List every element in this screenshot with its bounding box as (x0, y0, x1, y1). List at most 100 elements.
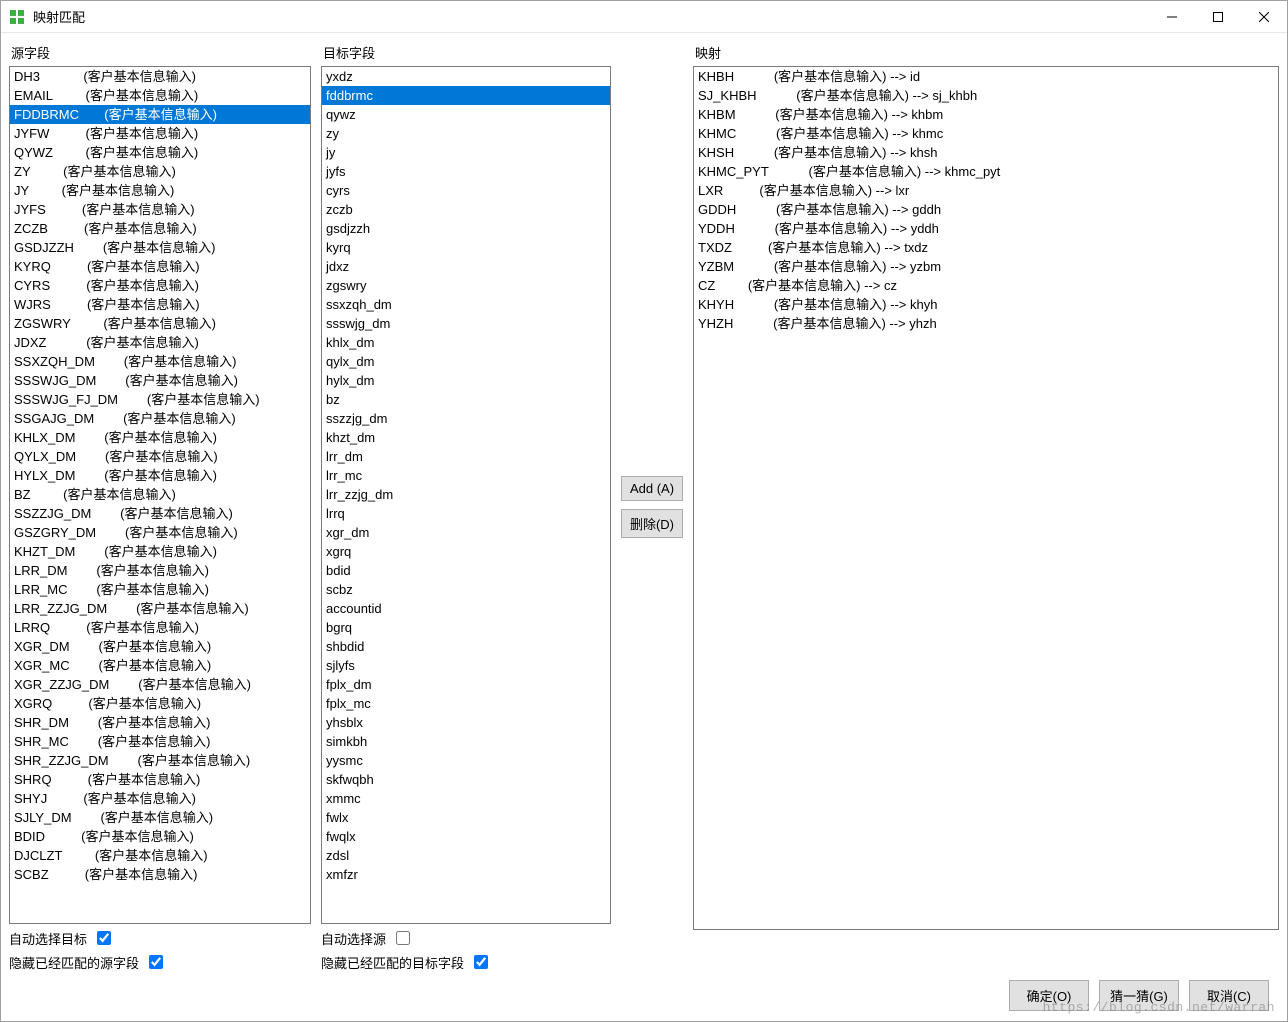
source-list-item[interactable]: LRR_ZZJG_DM (客户基本信息输入) (10, 599, 310, 618)
source-list-item[interactable]: GSDJZZH (客户基本信息输入) (10, 238, 310, 257)
target-list-item[interactable]: fwlx (322, 808, 610, 827)
source-list-item[interactable]: CYRS (客户基本信息输入) (10, 276, 310, 295)
mapping-list-item[interactable]: YHZH (客户基本信息输入) --> yhzh (694, 314, 1278, 333)
source-list-item[interactable]: LRR_DM (客户基本信息输入) (10, 561, 310, 580)
target-listbox[interactable]: yxdzfddbrmcqywzzyjyjyfscyrszczbgsdjzzhky… (321, 66, 611, 924)
target-list-item[interactable]: fwqlx (322, 827, 610, 846)
source-list-item[interactable]: KYRQ (客户基本信息输入) (10, 257, 310, 276)
hide-matched-source-checkbox[interactable] (149, 955, 163, 969)
source-list-item[interactable]: BZ (客户基本信息输入) (10, 485, 310, 504)
mapping-list-item[interactable]: KHMC_PYT (客户基本信息输入) --> khmc_pyt (694, 162, 1278, 181)
mapping-list-item[interactable]: KHSH (客户基本信息输入) --> khsh (694, 143, 1278, 162)
source-list-item[interactable]: SHR_DM (客户基本信息输入) (10, 713, 310, 732)
target-list-item[interactable]: yhsblx (322, 713, 610, 732)
source-list-item[interactable]: QYLX_DM (客户基本信息输入) (10, 447, 310, 466)
target-list-item[interactable]: sjlyfs (322, 656, 610, 675)
target-list-item[interactable]: bz (322, 390, 610, 409)
add-button[interactable]: Add (A) (621, 476, 683, 501)
source-list-item[interactable]: DH3 (客户基本信息输入) (10, 67, 310, 86)
source-list-item[interactable]: FDDBRMC (客户基本信息输入) (10, 105, 310, 124)
target-list-item[interactable]: simkbh (322, 732, 610, 751)
maximize-button[interactable] (1195, 1, 1241, 32)
target-list-item[interactable]: ssswjg_dm (322, 314, 610, 333)
auto-select-target-checkbox[interactable] (97, 931, 111, 945)
auto-select-source-checkbox[interactable] (396, 931, 410, 945)
mapping-list-item[interactable]: CZ (客户基本信息输入) --> cz (694, 276, 1278, 295)
target-list-item[interactable]: zy (322, 124, 610, 143)
source-list-item[interactable]: QYWZ (客户基本信息输入) (10, 143, 310, 162)
target-list-item[interactable]: sszzjg_dm (322, 409, 610, 428)
target-list-item[interactable]: xmmc (322, 789, 610, 808)
source-list-item[interactable]: LRR_MC (客户基本信息输入) (10, 580, 310, 599)
auto-select-target-check[interactable]: 自动选择目标 (9, 928, 311, 948)
target-list-item[interactable]: khlx_dm (322, 333, 610, 352)
source-list-item[interactable]: BDID (客户基本信息输入) (10, 827, 310, 846)
source-list-item[interactable]: SHYJ (客户基本信息输入) (10, 789, 310, 808)
source-list-item[interactable]: SJLY_DM (客户基本信息输入) (10, 808, 310, 827)
target-list-item[interactable]: xgr_dm (322, 523, 610, 542)
source-list-item[interactable]: SHR_ZZJG_DM (客户基本信息输入) (10, 751, 310, 770)
source-list-item[interactable]: XGR_DM (客户基本信息输入) (10, 637, 310, 656)
mapping-list-item[interactable]: GDDH (客户基本信息输入) --> gddh (694, 200, 1278, 219)
minimize-button[interactable] (1149, 1, 1195, 32)
source-list-item[interactable]: SSSWJG_FJ_DM (客户基本信息输入) (10, 390, 310, 409)
target-list-item[interactable]: gsdjzzh (322, 219, 610, 238)
target-list-item[interactable]: yxdz (322, 67, 610, 86)
source-list-item[interactable]: SSSWJG_DM (客户基本信息输入) (10, 371, 310, 390)
source-list-item[interactable]: GSZGRY_DM (客户基本信息输入) (10, 523, 310, 542)
target-list-item[interactable]: lrr_dm (322, 447, 610, 466)
mapping-list-item[interactable]: YDDH (客户基本信息输入) --> yddh (694, 219, 1278, 238)
target-list-item[interactable]: cyrs (322, 181, 610, 200)
delete-button[interactable]: 删除(D) (621, 509, 683, 538)
hide-matched-target-check[interactable]: 隐藏已经匹配的目标字段 (321, 952, 611, 972)
target-list-item[interactable]: zczb (322, 200, 610, 219)
target-list-item[interactable]: xmfzr (322, 865, 610, 884)
target-list-item[interactable]: fddbrmc (322, 86, 610, 105)
source-list-item[interactable]: KHZT_DM (客户基本信息输入) (10, 542, 310, 561)
target-list-item[interactable]: xgrq (322, 542, 610, 561)
source-list-item[interactable]: SHRQ (客户基本信息输入) (10, 770, 310, 789)
target-list-item[interactable]: ssxzqh_dm (322, 295, 610, 314)
target-list-item[interactable]: jyfs (322, 162, 610, 181)
guess-button[interactable]: 猜一猜(G) (1099, 980, 1179, 1011)
target-list-item[interactable]: fplx_dm (322, 675, 610, 694)
source-list-item[interactable]: JYFS (客户基本信息输入) (10, 200, 310, 219)
source-list-item[interactable]: XGR_ZZJG_DM (客户基本信息输入) (10, 675, 310, 694)
source-list-item[interactable]: WJRS (客户基本信息输入) (10, 295, 310, 314)
target-list-item[interactable]: khzt_dm (322, 428, 610, 447)
target-list-item[interactable]: scbz (322, 580, 610, 599)
source-list-item[interactable]: XGR_MC (客户基本信息输入) (10, 656, 310, 675)
source-list-item[interactable]: SSZZJG_DM (客户基本信息输入) (10, 504, 310, 523)
target-list-item[interactable]: skfwqbh (322, 770, 610, 789)
target-list-item[interactable]: bdid (322, 561, 610, 580)
target-list-item[interactable]: accountid (322, 599, 610, 618)
mapping-list-item[interactable]: KHBM (客户基本信息输入) --> khbm (694, 105, 1278, 124)
source-listbox[interactable]: DH3 (客户基本信息输入)EMAIL (客户基本信息输入)FDDBRMC (客… (9, 66, 311, 924)
source-list-item[interactable]: JDXZ (客户基本信息输入) (10, 333, 310, 352)
mapping-listbox[interactable]: KHBH (客户基本信息输入) --> idSJ_KHBH (客户基本信息输入)… (693, 66, 1279, 930)
hide-matched-target-checkbox[interactable] (474, 955, 488, 969)
source-list-item[interactable]: SHR_MC (客户基本信息输入) (10, 732, 310, 751)
mapping-list-item[interactable]: LXR (客户基本信息输入) --> lxr (694, 181, 1278, 200)
target-list-item[interactable]: jdxz (322, 257, 610, 276)
mapping-list-item[interactable]: TXDZ (客户基本信息输入) --> txdz (694, 238, 1278, 257)
mapping-list-item[interactable]: KHBH (客户基本信息输入) --> id (694, 67, 1278, 86)
target-list-item[interactable]: kyrq (322, 238, 610, 257)
source-list-item[interactable]: SSXZQH_DM (客户基本信息输入) (10, 352, 310, 371)
source-list-item[interactable]: EMAIL (客户基本信息输入) (10, 86, 310, 105)
source-list-item[interactable]: SSGAJG_DM (客户基本信息输入) (10, 409, 310, 428)
source-list-item[interactable]: HYLX_DM (客户基本信息输入) (10, 466, 310, 485)
source-list-item[interactable]: JYFW (客户基本信息输入) (10, 124, 310, 143)
target-list-item[interactable]: lrr_zzjg_dm (322, 485, 610, 504)
source-list-item[interactable]: LRRQ (客户基本信息输入) (10, 618, 310, 637)
target-list-item[interactable]: yysmc (322, 751, 610, 770)
source-list-item[interactable]: DJCLZT (客户基本信息输入) (10, 846, 310, 865)
target-list-item[interactable]: lrrq (322, 504, 610, 523)
close-button[interactable] (1241, 1, 1287, 32)
auto-select-source-check[interactable]: 自动选择源 (321, 928, 611, 948)
target-list-item[interactable]: fplx_mc (322, 694, 610, 713)
source-list-item[interactable]: ZGSWRY (客户基本信息输入) (10, 314, 310, 333)
source-list-item[interactable]: JY (客户基本信息输入) (10, 181, 310, 200)
hide-matched-source-check[interactable]: 隐藏已经匹配的源字段 (9, 952, 311, 972)
target-list-item[interactable]: qylx_dm (322, 352, 610, 371)
